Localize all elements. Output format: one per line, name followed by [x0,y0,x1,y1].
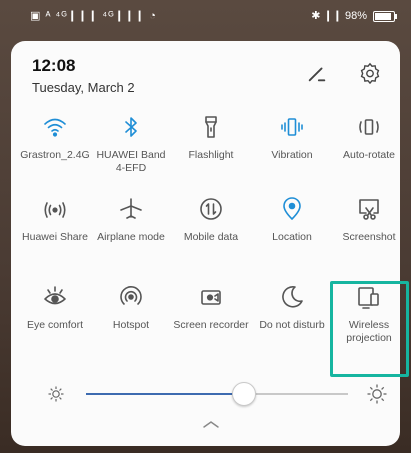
bluetooth-icon [125,117,137,137]
tile-vibration[interactable]: Vibration [254,114,330,162]
status-bar: ▣ ᴬ ⁴ᴳ❙❙❙ ⁴ᴳ❙❙❙ ◔ ✱ ❙❙ 98% [0,0,411,32]
screen-recorder-icon [201,290,221,305]
tile-bluetooth[interactable]: HUAWEI Band 4-EFD [93,114,169,175]
tile-auto-rotate[interactable]: Auto-rotate [331,114,407,162]
tile-eye-comfort[interactable]: Eye comfort [17,284,93,332]
brightness-slider-fill [86,393,244,395]
tile-label: Mobile data [183,231,239,243]
mobile-data-icon [200,198,222,220]
hotspot-icon [120,286,142,305]
screenshot-icon [359,199,379,220]
tile-airplane[interactable]: Airplane mode [93,196,169,244]
tile-location[interactable]: Location [254,196,330,244]
tile-label: Vibration [271,149,313,161]
tile-label: Eye comfort [26,319,84,331]
settings-icon[interactable] [359,62,381,84]
brightness-low-icon [48,386,64,402]
tile-do-not-disturb[interactable]: Do not disturb [254,284,330,332]
tile-label: Huawei Share [22,231,88,243]
tile-label: HUAWEI Band 4-EFD [96,149,166,175]
tile-mobile-data[interactable]: Mobile data [173,196,249,244]
tile-label: Grastron_2.4G [20,149,90,161]
tile-label: Hotspot [112,319,150,331]
tile-wifi[interactable]: Grastron_2.4G [17,114,93,162]
tile-label: Screenshot [342,231,396,243]
do-not-disturb-icon [282,285,303,308]
eye-comfort-icon [44,286,66,305]
quick-settings-panel: 12:08 Tuesday, March 2 Grastron_2.4G HUAW… [11,41,409,446]
location-icon [283,197,301,220]
tile-label: Do not disturb [259,319,325,331]
wifi-icon [44,118,66,137]
auto-rotate-icon [359,119,379,135]
status-icons: ▣ ᴬ ⁴ᴳ❙❙❙ ⁴ᴳ❙❙❙ ◔ [30,10,157,22]
tile-label: Airplane mode [97,231,165,243]
brightness-slider[interactable] [86,382,348,406]
tile-label: Auto-rotate [343,149,395,161]
tile-label: Location [272,231,312,243]
chevron-up-icon[interactable] [201,419,221,429]
tile-screenshot[interactable]: Screenshot [331,196,407,244]
brightness-high-icon [367,384,387,404]
huawei-share-icon [44,202,66,218]
tile-flashlight[interactable]: Flashlight [173,114,249,162]
tile-hotspot[interactable]: Hotspot [93,284,169,332]
battery-text: ✱ ❙❙ 98% [311,10,367,22]
battery-icon [373,11,397,22]
vibration-icon [281,118,303,136]
wireless-projection-highlight [330,281,409,377]
tile-huawei-share[interactable]: Huawei Share [17,196,93,244]
edit-icon[interactable] [306,62,328,84]
tile-screen-recorder[interactable]: Screen recorder [173,284,249,332]
clock-time: 12:08 [32,56,76,75]
brightness-slider-thumb[interactable] [232,382,257,406]
brightness-row [11,374,400,414]
clock-date: Tuesday, March 2 [32,80,135,95]
airplane-icon [120,198,142,219]
tile-label: Screen recorder [173,319,249,331]
tile-label: Flashlight [188,149,234,161]
flashlight-icon [205,116,217,138]
